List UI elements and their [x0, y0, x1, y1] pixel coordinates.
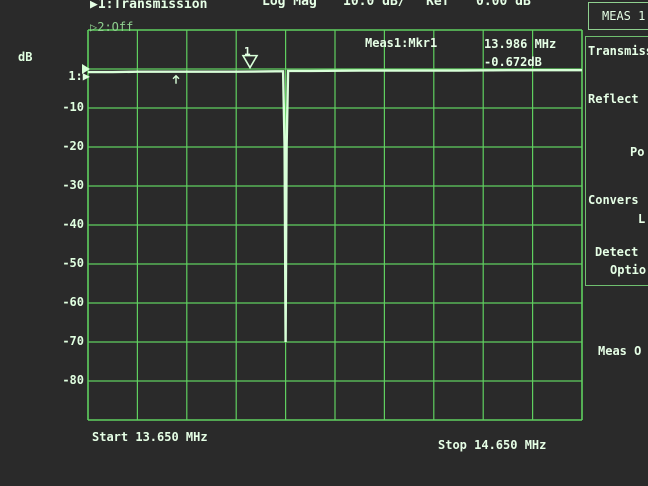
start-frequency[interactable]: Start 13.650 MHz: [92, 430, 208, 444]
marker-frequency: 13.986 MHz: [484, 37, 557, 51]
y-tick-label: -70: [62, 334, 84, 348]
y-tick-label: -60: [62, 295, 84, 309]
ref-label: Ref: [426, 0, 450, 9]
y-tick-label: -50: [62, 256, 84, 270]
trace2-label[interactable]: ▷2:Off: [90, 20, 133, 34]
y-tick-label: -30: [62, 178, 84, 192]
y-tick-label: -20: [62, 139, 84, 153]
softkey-power[interactable]: Po: [630, 145, 644, 159]
softkey-reflection[interactable]: Reflect: [588, 92, 639, 106]
trace1-label[interactable]: ▶1:Transmission: [90, 0, 207, 12]
y-tick-label: -40: [62, 217, 84, 231]
y-tick-label: -80: [62, 373, 84, 387]
scale-label: 10.0 dB/: [343, 0, 406, 9]
softkey-menu-title: MEAS 1: [602, 9, 646, 23]
stimulus-arrow-icon: [172, 74, 180, 84]
trace-plot: [82, 29, 583, 421]
format-label: Log Mag: [262, 0, 317, 9]
ref-position-marker: 1:▶: [68, 69, 90, 83]
vna-screen: ▶1:Transmission ▷2:Off Log Mag 10.0 dB/ …: [0, 0, 648, 486]
softkey-detector-options[interactable]: Optio: [610, 263, 646, 277]
ref-value: 0.00 dB: [476, 0, 531, 9]
softkey-conversion-loss[interactable]: L: [638, 212, 645, 226]
softkey-panel: MEAS 1 Transmiss Reflect Po Convers L De…: [580, 0, 648, 486]
marker-number: 1: [244, 45, 251, 58]
softkey-conversion[interactable]: Convers: [588, 193, 639, 207]
y-unit-label: dB: [18, 50, 33, 64]
marker-title: Meas1:Mkr1: [365, 36, 438, 50]
softkey-transmission[interactable]: Transmiss: [588, 44, 648, 58]
marker-value: -0.672dB: [484, 55, 542, 69]
softkey-meas-off[interactable]: Meas O: [598, 344, 641, 358]
softkey-detector[interactable]: Detect: [595, 245, 638, 259]
stop-frequency[interactable]: Stop 14.650 MHz: [438, 438, 546, 452]
y-tick-label: -10: [62, 100, 84, 114]
